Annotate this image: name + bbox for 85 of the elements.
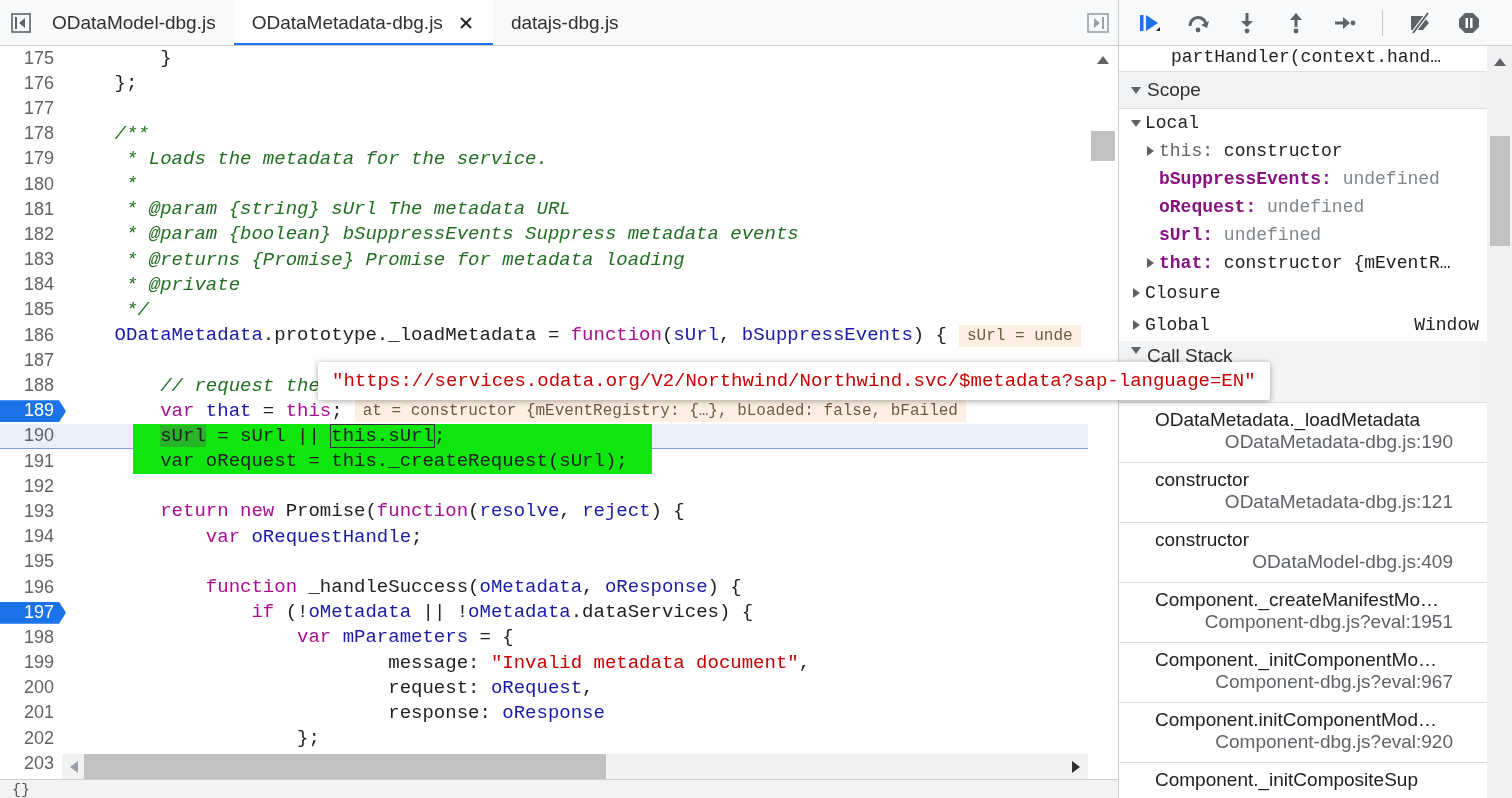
line-number[interactable]: 201 bbox=[0, 702, 66, 725]
value-popover: "https://services.odata.org/V2/Northwind/Northwind.svc/$metadata?sap-language=EN" bbox=[318, 362, 1270, 400]
expand-arrow-icon[interactable] bbox=[1145, 258, 1155, 268]
code-line: request: oRequest, bbox=[387, 675, 594, 701]
line-number[interactable]: 186 bbox=[0, 324, 66, 347]
code-line: ODataMetadata.prototype._loadMetadata = function(sUrl, bSuppressEvents) { bbox=[113, 323, 947, 349]
expand-arrow-icon[interactable] bbox=[1131, 320, 1141, 330]
section-title[interactable]: Scope bbox=[1147, 79, 1201, 101]
code-line: var oRequestHandle; bbox=[204, 524, 423, 550]
scope-variable[interactable]: bSuppressEvents: undefined bbox=[1159, 169, 1440, 189]
line-number[interactable]: 176 bbox=[0, 72, 66, 95]
scope-name[interactable]: Global bbox=[1145, 315, 1210, 335]
line-number[interactable]: 179 bbox=[0, 148, 66, 171]
code-line: * @param {boolean} bSuppressEvents Suppress metadata events bbox=[125, 222, 799, 248]
line-number[interactable]: 198 bbox=[0, 626, 66, 649]
code-line: * @private bbox=[125, 272, 241, 298]
code-line: if (!oMetadata || !oMetadata.dataServices) { bbox=[250, 600, 754, 626]
code-line: var mParameters = { bbox=[296, 625, 514, 651]
scroll-up-icon[interactable] bbox=[1097, 56, 1109, 64]
expand-arrow-icon[interactable] bbox=[1145, 146, 1155, 156]
line-number[interactable]: 184 bbox=[0, 274, 66, 297]
line-number[interactable]: 178 bbox=[0, 123, 66, 146]
line-number[interactable]: 175 bbox=[0, 47, 66, 70]
code-line: response: oResponse bbox=[387, 700, 605, 726]
file-tab[interactable]: datajs-dbg.js bbox=[492, 0, 637, 45]
line-number[interactable]: 180 bbox=[0, 173, 66, 196]
file-tab[interactable]: ODataMetadata-dbg.js bbox=[233, 0, 493, 45]
breakpoint-marker[interactable]: 189 bbox=[0, 400, 66, 423]
inline-value: sUrl = unde bbox=[959, 324, 1081, 347]
line-number[interactable]: 183 bbox=[0, 249, 66, 272]
code-line: */ bbox=[125, 297, 149, 323]
code-line: var that = this; bbox=[159, 398, 343, 424]
code-line: message: "Invalid metadata document", bbox=[387, 650, 811, 676]
scope-variable[interactable]: sUrl: undefined bbox=[1159, 225, 1322, 245]
scroll-right-icon[interactable] bbox=[1072, 760, 1080, 773]
collapse-arrow-icon[interactable] bbox=[1131, 345, 1141, 355]
code-line: return new Promise(function(resolve, reject) { bbox=[159, 499, 685, 525]
code-line: * @param {string} sUrl The metadata URL bbox=[125, 197, 571, 223]
line-number[interactable]: 181 bbox=[0, 198, 66, 221]
line-number[interactable]: 177 bbox=[0, 97, 66, 120]
line-number[interactable]: 196 bbox=[0, 576, 66, 599]
collapse-arrow-icon[interactable] bbox=[1131, 85, 1141, 95]
scope-name[interactable]: Local bbox=[1145, 113, 1199, 133]
line-number[interactable]: 188 bbox=[0, 375, 66, 398]
file-tab[interactable]: ODataModel-dbg.js bbox=[34, 0, 234, 45]
code-line: * Loads the metadata for the service. bbox=[125, 146, 548, 172]
line-number[interactable]: 194 bbox=[0, 526, 66, 549]
code-line: } bbox=[159, 46, 172, 72]
pause-icon[interactable] bbox=[1457, 10, 1481, 35]
code-line: function _handleSuccess(oMetadata, oResponse) { bbox=[204, 575, 742, 601]
code-line: }; bbox=[113, 71, 138, 97]
line-number[interactable]: 182 bbox=[0, 223, 66, 246]
deactivate-breakpoints-icon[interactable] bbox=[1408, 10, 1432, 35]
horizontal-scrollbar[interactable] bbox=[62, 754, 1088, 779]
line-number[interactable]: 193 bbox=[0, 500, 66, 523]
code-line: // request the bbox=[159, 373, 320, 399]
scrollbar-thumb[interactable] bbox=[1489, 136, 1510, 246]
scope-value: Window bbox=[1414, 315, 1479, 335]
expand-arrow-icon[interactable] bbox=[1131, 288, 1141, 298]
collapse-arrow-icon[interactable] bbox=[1131, 118, 1141, 128]
line-number[interactable]: 200 bbox=[0, 677, 66, 700]
code-line: /** bbox=[113, 121, 149, 147]
inline-value: at = constructor {mEventRegistry: {…}, bLoaded: false, bFailed bbox=[354, 400, 966, 423]
scope-variable[interactable]: oRequest: undefined bbox=[1159, 197, 1365, 217]
line-number[interactable]: 191 bbox=[0, 450, 66, 473]
line-number[interactable]: 195 bbox=[0, 551, 66, 574]
scope-variable[interactable]: that: constructor {mEventR… bbox=[1159, 253, 1451, 273]
scroll-up-icon[interactable] bbox=[1493, 58, 1506, 66]
breakpoint-marker[interactable]: 197 bbox=[0, 601, 66, 624]
scope-name[interactable]: Closure bbox=[1145, 283, 1221, 303]
line-number[interactable]: 203 bbox=[0, 752, 66, 775]
scrollbar-thumb[interactable] bbox=[84, 754, 606, 779]
line-number[interactable]: 199 bbox=[0, 652, 66, 675]
code-line: }; bbox=[296, 726, 320, 752]
vertical-scrollbar[interactable] bbox=[1487, 46, 1512, 798]
line-number[interactable]: 187 bbox=[0, 349, 66, 372]
line-number[interactable]: 185 bbox=[0, 299, 66, 322]
format-button[interactable]: {} bbox=[0, 779, 1118, 798]
line-number[interactable]: 190 bbox=[0, 425, 66, 448]
scope-variable[interactable]: this: constructor bbox=[1159, 141, 1343, 161]
code-line: * bbox=[125, 172, 138, 198]
line-number[interactable]: 202 bbox=[0, 727, 66, 750]
scrollbar-thumb[interactable] bbox=[1091, 131, 1115, 161]
code-line: * @returns {Promise} Promise for metadata loading bbox=[125, 247, 685, 273]
line-number[interactable]: 192 bbox=[0, 475, 66, 498]
